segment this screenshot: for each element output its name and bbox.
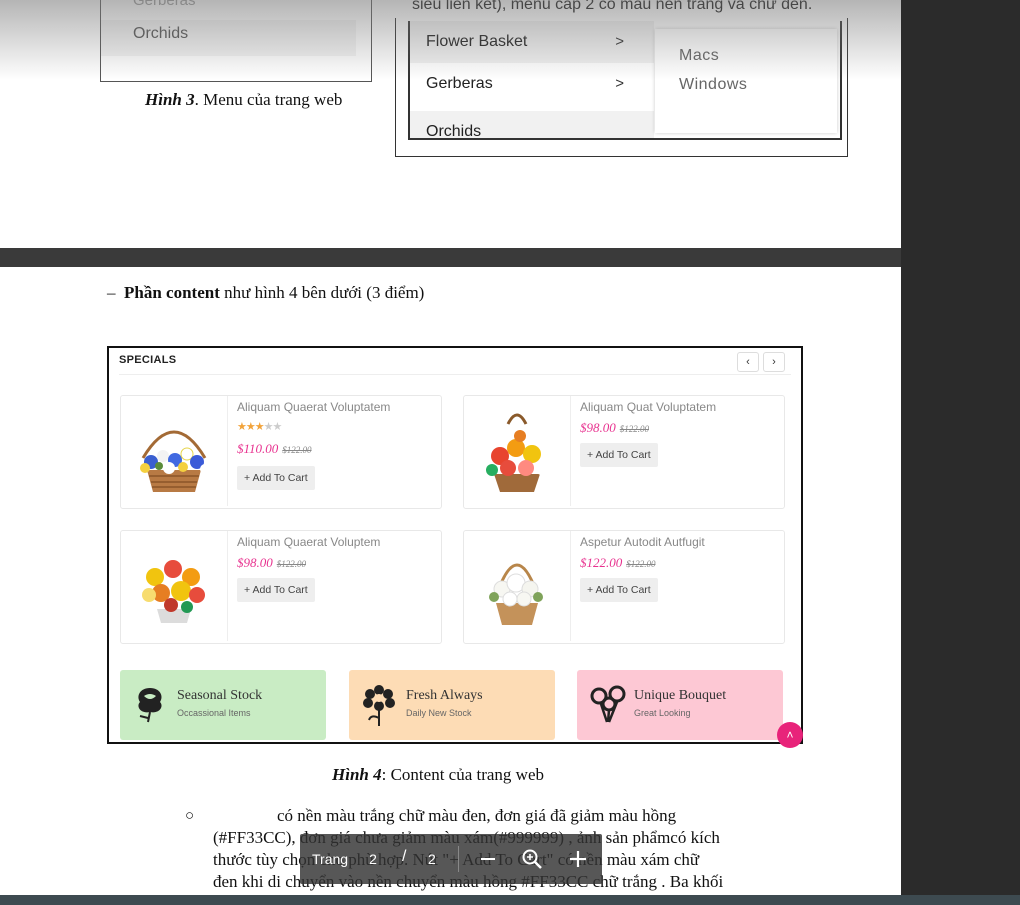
submenu-item-macs: Macs bbox=[679, 47, 720, 64]
zoom-in-button[interactable] bbox=[566, 847, 590, 871]
figure-3-menu: Gerberas Orchids bbox=[100, 0, 372, 82]
page-separator: / bbox=[402, 848, 407, 865]
promo-fresh-always: Fresh Always Daily New Stock bbox=[349, 670, 555, 740]
promo-title: Unique Bouquet bbox=[634, 688, 727, 703]
specials-heading: SPECIALS bbox=[119, 354, 177, 366]
figure-4-caption: Hình 4: Content của trang web bbox=[332, 765, 545, 784]
product-image bbox=[121, 396, 228, 506]
zoom-fit-icon[interactable] bbox=[520, 847, 544, 871]
carousel-prev-button: ‹ bbox=[737, 352, 759, 372]
add-to-cart-button[interactable]: + Add To Cart bbox=[237, 578, 315, 602]
submenu-item-windows: Windows bbox=[679, 76, 748, 93]
bullet-circle: ○ bbox=[185, 808, 195, 824]
product-price: $122.00 $122.00 bbox=[580, 555, 656, 570]
product-name: Aspetur Autodit Autfugit bbox=[580, 535, 705, 549]
product-price: $98.00 $122.00 bbox=[580, 420, 649, 435]
add-to-cart-button[interactable]: + Add To Cart bbox=[580, 443, 658, 467]
document-page-1: Gerberas Orchids Hình 3. Menu của trang … bbox=[0, 0, 901, 248]
promo-title: Seasonal Stock bbox=[177, 688, 263, 703]
pdf-viewer-toolbar: Trang 2 / 2 bbox=[300, 834, 602, 884]
product-card: Aliquam Quat Voluptatem $98.00 $122.00 + … bbox=[463, 395, 785, 509]
promo-subtitle: Daily New Stock bbox=[406, 708, 472, 718]
page-label: Trang bbox=[312, 851, 349, 867]
total-pages: 2 bbox=[428, 851, 436, 867]
rose-icon bbox=[138, 688, 162, 723]
promo-subtitle: Occassional Items bbox=[177, 708, 251, 718]
product-image bbox=[121, 531, 228, 641]
product-card: Aliquam Quaerat Voluptatem ★★★★★ $110.00… bbox=[120, 395, 442, 509]
promo-title: Fresh Always bbox=[406, 688, 483, 703]
promo-unique-bouquet: Unique Bouquet Great Looking bbox=[577, 670, 783, 740]
submenu-item-orchids: Orchids bbox=[410, 111, 654, 138]
submenu-item-flower-basket: Flower Basket > bbox=[410, 21, 654, 63]
paragraph-line: có nền màu trắng chữ màu đen, đơn giá đã… bbox=[277, 806, 677, 825]
product-price: $98.00 $122.00 bbox=[237, 555, 306, 570]
product-name: Aliquam Quaerat Voluptem bbox=[237, 535, 381, 549]
product-card: Aspetur Autodit Autfugit $122.00 $122.00 … bbox=[463, 530, 785, 644]
figure-4-specials: SPECIALS ‹ › Aliquam Quaerat Voluptatem … bbox=[107, 346, 803, 748]
menu-item-orchids: Orchids bbox=[101, 20, 356, 56]
product-price: $110.00 $122.00 bbox=[237, 441, 312, 456]
figure-submenu: Flower Basket > Gerberas > Orchids Macs Wi… bbox=[395, 18, 848, 157]
section-title: – Phần content như hình 4 bên dưới (3 đi… bbox=[107, 283, 425, 302]
bouquet-icon bbox=[590, 685, 626, 723]
figure-3-caption: Hình 3. Menu của trang web bbox=[145, 90, 343, 109]
add-to-cart-button[interactable]: + Add To Cart bbox=[237, 466, 315, 490]
body-text-line: siêu liên kết), menu cấp 2 có màu nền tr… bbox=[412, 0, 813, 13]
old-price: $122.00 bbox=[619, 424, 649, 434]
product-name: Aliquam Quaerat Voluptatem bbox=[237, 400, 391, 414]
zoom-out-button[interactable] bbox=[476, 847, 500, 871]
product-image bbox=[464, 531, 571, 641]
add-to-cart-button[interactable]: + Add To Cart bbox=[580, 578, 658, 602]
old-price: $122.00 bbox=[276, 559, 306, 569]
product-image bbox=[464, 396, 571, 506]
viewer-bottom-bar bbox=[0, 895, 1020, 905]
menu-item-gerberas: Gerberas bbox=[133, 0, 196, 9]
promo-seasonal-stock: Seasonal Stock Occassional Items bbox=[120, 670, 326, 740]
scroll-to-top-button: ˄ bbox=[777, 722, 803, 748]
old-price: $122.00 bbox=[282, 445, 312, 455]
product-name: Aliquam Quat Voluptatem bbox=[580, 400, 717, 414]
product-card: Aliquam Quaerat Voluptem $98.00 $122.00 +… bbox=[120, 530, 442, 644]
rating-stars: ★★★★★ bbox=[237, 421, 282, 433]
page-gap bbox=[0, 248, 901, 267]
viewer-background-right bbox=[901, 0, 1020, 905]
flower-icon bbox=[363, 685, 395, 726]
promo-subtitle: Great Looking bbox=[634, 708, 691, 718]
chevron-right-icon: > bbox=[615, 33, 624, 50]
submenu-level-2: Macs Windows bbox=[655, 29, 837, 133]
old-price: $122.00 bbox=[626, 559, 656, 569]
submenu-item-gerberas: Gerberas > bbox=[410, 63, 654, 105]
current-page-input[interactable]: 2 bbox=[364, 851, 382, 867]
chevron-right-icon: > bbox=[615, 75, 624, 92]
carousel-next-button: › bbox=[763, 352, 785, 372]
